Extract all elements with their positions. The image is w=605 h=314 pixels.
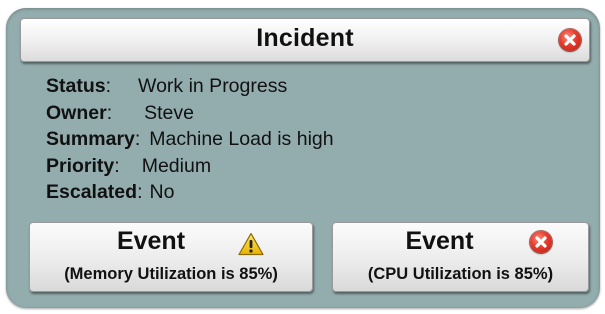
detail-row-priority: Priority: Medium <box>46 153 334 180</box>
event-title: Event <box>116 227 186 255</box>
owner-label: Owner <box>46 101 107 124</box>
close-icon <box>530 231 552 253</box>
close-x-glyph <box>564 34 576 46</box>
owner-value: Steve <box>144 101 194 124</box>
status-value: Work in Progress <box>138 75 288 97</box>
event-card-memory[interactable]: Event (Memory Utilization is 85%) <box>29 222 313 292</box>
close-x-glyph <box>535 236 547 248</box>
incident-details: Status: Work in Progress Owner: Steve Summ… <box>46 73 334 206</box>
event-description: (CPU Utilization is 85%) <box>367 265 554 283</box>
detail-row-escalated: Escalated: No <box>46 179 334 206</box>
detail-row-status: Status: Work in Progress <box>46 73 334 100</box>
incident-title-bar: Incident <box>20 18 590 62</box>
event-description: (Memory Utilization is 85%) <box>64 265 278 283</box>
summary-value: Machine Load is high <box>149 128 334 150</box>
detail-row-owner: Owner: Steve <box>46 100 334 127</box>
close-icon[interactable] <box>559 29 581 51</box>
incident-title: Incident <box>256 24 354 52</box>
priority-value: Medium <box>141 154 212 177</box>
priority-label: Priority <box>46 154 115 177</box>
escalated-label: Escalated <box>46 181 138 203</box>
status-label: Status <box>46 75 106 97</box>
detail-row-summary: Summary: Machine Load is high <box>46 126 334 153</box>
warning-icon <box>238 232 264 256</box>
escalated-value: No <box>149 181 175 203</box>
event-card-cpu[interactable]: Event (CPU Utilization is 85%) <box>332 222 589 292</box>
summary-label: Summary <box>46 128 135 150</box>
